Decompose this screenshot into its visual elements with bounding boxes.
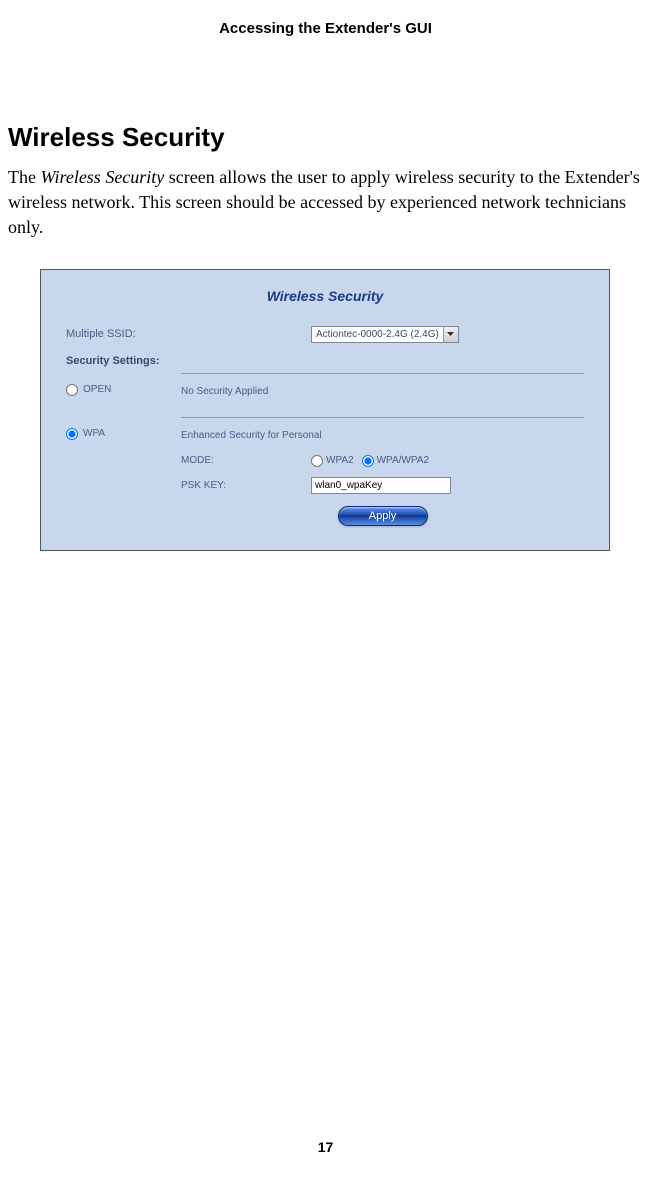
mode-wpawpa2-option[interactable]: WPA/WPA2 xyxy=(362,455,429,467)
apply-button[interactable]: Apply xyxy=(338,506,428,526)
mode-label: MODE: xyxy=(181,455,311,466)
divider xyxy=(181,373,584,374)
wpa-label: WPA xyxy=(83,428,105,439)
mode-wpa2-label: WPA2 xyxy=(326,455,354,466)
para-pre: The xyxy=(8,167,40,187)
psk-input[interactable] xyxy=(311,477,451,494)
open-label: OPEN xyxy=(83,384,111,395)
ssid-label: Multiple SSID: xyxy=(66,328,311,340)
page-number: 17 xyxy=(0,1139,651,1155)
para-em: Wireless Security xyxy=(40,167,164,187)
panel-title: Wireless Security xyxy=(66,288,584,304)
mode-wpa2-radio[interactable] xyxy=(311,455,323,467)
wpa-description: Enhanced Security for Personal xyxy=(181,424,584,445)
section-heading: Wireless Security xyxy=(8,122,641,153)
ssid-dropdown[interactable]: Actiontec-0000-2.4G (2.4G) xyxy=(311,326,459,343)
page-header-breadcrumb: Accessing the Extender's GUI xyxy=(10,20,641,37)
settings-panel-screenshot: Wireless Security Multiple SSID: Actiont… xyxy=(40,269,610,551)
divider xyxy=(181,417,584,418)
psk-label: PSK KEY: xyxy=(181,480,311,491)
wpa-radio[interactable] xyxy=(66,428,78,440)
ssid-dropdown-value: Actiontec-0000-2.4G (2.4G) xyxy=(312,329,443,340)
mode-wpa2-option[interactable]: WPA2 xyxy=(311,455,354,467)
open-radio[interactable] xyxy=(66,384,78,396)
open-description: No Security Applied xyxy=(181,380,584,411)
mode-wpawpa2-radio[interactable] xyxy=(362,455,374,467)
section-paragraph: The Wireless Security screen allows the … xyxy=(8,165,641,241)
chevron-down-icon[interactable] xyxy=(443,327,458,342)
security-settings-label: Security Settings: xyxy=(66,355,584,367)
mode-wpawpa2-label: WPA/WPA2 xyxy=(377,455,429,466)
